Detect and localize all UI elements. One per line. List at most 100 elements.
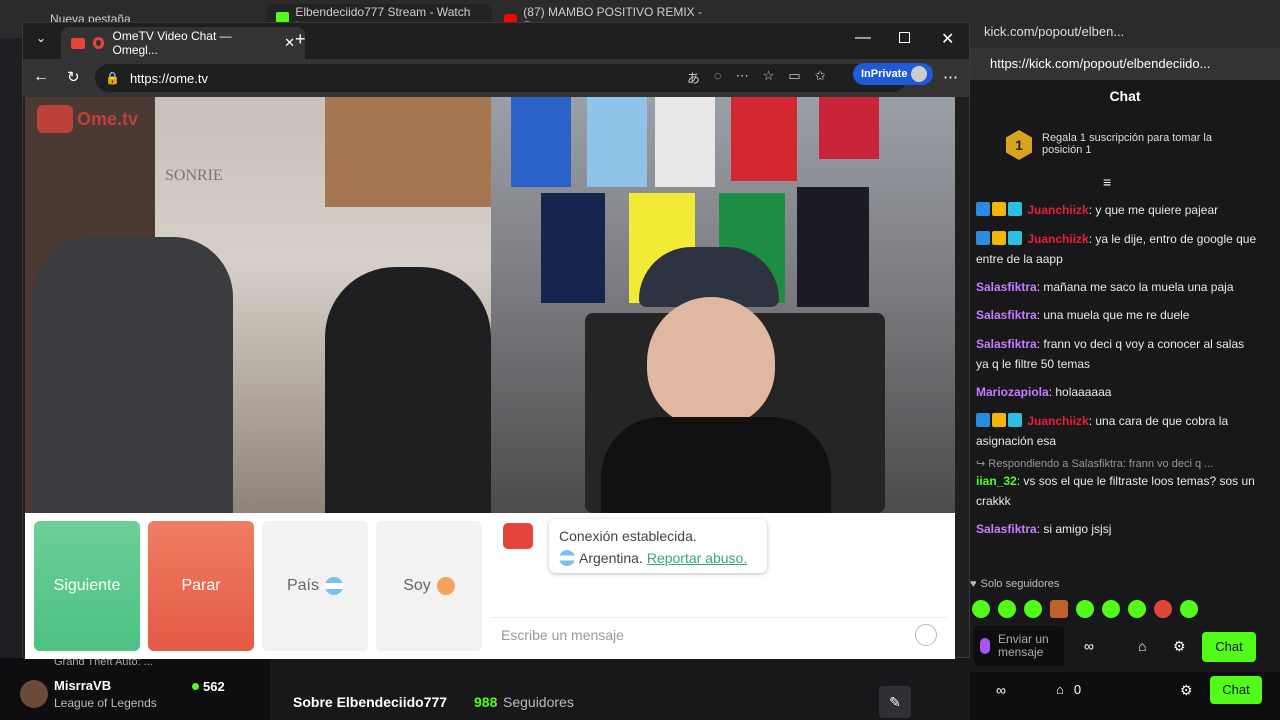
emote-icon[interactable]	[1050, 600, 1068, 618]
chat-username[interactable]: Salasfiktra	[976, 337, 1037, 351]
emoji-icon[interactable]	[915, 623, 937, 646]
bottom-count: 0	[1073, 682, 1082, 697]
chat-header: Chat	[970, 80, 1280, 112]
emote-icon[interactable]	[1076, 600, 1094, 618]
heart-icon: ♥	[970, 578, 977, 590]
country-button[interactable]: País	[262, 521, 368, 651]
favorite-star-icon[interactable]: ☆	[763, 68, 775, 87]
next-button[interactable]: Siguiente	[34, 521, 140, 651]
more-tools-icon[interactable]: ⋯	[736, 68, 749, 87]
crown-badge-icon	[992, 231, 1006, 245]
chat-text: : si amigo jsjsj	[1036, 522, 1112, 536]
argentina-flag-icon	[325, 577, 343, 595]
gift-subscription-text[interactable]: Regala 1 suscripción para tomar la posic…	[1042, 132, 1232, 156]
chat-username[interactable]: Juanchiizk	[1027, 414, 1088, 428]
bottom-chat-label: Chat	[1222, 682, 1250, 697]
close-tab-icon[interactable]: ✕	[284, 35, 295, 51]
new-tab-icon[interactable]: +	[295, 29, 306, 50]
boy-emoji-icon	[436, 577, 455, 595]
tab-actions-chevron-icon[interactable]: ⌄	[31, 31, 51, 51]
back-icon[interactable]: ←	[33, 68, 49, 86]
settings-more-icon[interactable]: ⋯	[943, 68, 958, 86]
gear-icon[interactable]: ⚙	[1173, 638, 1186, 655]
profile-avatar-icon	[911, 66, 928, 82]
emote-icon[interactable]	[972, 600, 990, 618]
refresh-icon[interactable]: ↻	[67, 68, 80, 86]
chat-message: Juanchiizk: ya le dije, entro de google …	[972, 229, 1264, 269]
background-sidebar	[0, 38, 24, 720]
chat-username[interactable]: Juanchiizk	[1027, 232, 1088, 246]
infinity-icon[interactable]: ∞	[996, 682, 1006, 698]
send-chat-button[interactable]: Chat	[1202, 632, 1256, 662]
store-icon[interactable]: ⌂	[1138, 638, 1146, 654]
gear-icon[interactable]: ⚙	[1180, 682, 1193, 699]
message-input[interactable]: Escribe un mensaje	[491, 617, 947, 651]
address-bar-tools: あ ◌ ⋯ ☆ ▭ ✩	[687, 68, 826, 87]
chat-username[interactable]: iian_32	[976, 474, 1017, 488]
verified-badge-icon	[976, 202, 990, 216]
emote-icon[interactable]	[1128, 600, 1146, 618]
reply-reference[interactable]: ↪ Respondiendo a Salasfiktra: frann vo d…	[972, 457, 1264, 471]
chat-messages: Juanchiizk: y que me quiere pajear Juanc…	[972, 200, 1264, 539]
chat-input[interactable]: Enviar un mensaje	[974, 626, 1064, 666]
live-dot-icon	[192, 683, 199, 690]
close-window-icon[interactable]: ✕	[941, 29, 954, 49]
emote-icon[interactable]	[1154, 600, 1172, 618]
emote-icon[interactable]	[998, 600, 1016, 618]
infinity-icon[interactable]: ∞	[1084, 638, 1094, 654]
chat-message: Salasfiktra: si amigo jsjsj	[972, 519, 1264, 539]
popout-address-bar[interactable]: https://kick.com/popout/elbendeciido...	[970, 48, 1280, 80]
video-icon[interactable]: ▭	[788, 68, 800, 87]
ometv-logo: Ome.tv	[37, 105, 138, 133]
streamer-name[interactable]: MisrraVB	[54, 678, 111, 693]
chat-message: Juanchiizk: una cara de que cobra la asi…	[972, 411, 1264, 451]
tab-ometv[interactable]: OmeTV Video Chat — Omegl... ✕	[61, 27, 305, 59]
chat-text: : y que me quiere pajear	[1088, 203, 1219, 217]
bottom-store[interactable]: ⌂ 0	[1056, 682, 1081, 697]
ometv-page: SONRIE Ome.tv Siguiente Parar País Soy C…	[25, 97, 955, 659]
edit-pencil-icon[interactable]: ✎	[879, 686, 911, 718]
avatar[interactable]	[20, 680, 48, 708]
background-kick-page: Grand Theft Auto: ... MisrraVB League of…	[0, 656, 968, 720]
inprivate-label: InPrivate	[861, 68, 908, 80]
browser-window-ometv: ⌄ OmeTV Video Chat — Omegl... ✕ + — ✕ ← …	[22, 22, 970, 659]
lock-icon: 🔒	[105, 71, 120, 85]
gender-button-label: Soy	[403, 577, 431, 594]
chat-username[interactable]: Salasfiktra	[976, 308, 1037, 322]
followers-only-label: Solo seguidores	[980, 578, 1060, 590]
microphone-icon[interactable]	[980, 638, 990, 654]
gender-button[interactable]: Soy	[376, 521, 482, 651]
tab-title: OmeTV Video Chat — Omegl...	[112, 29, 232, 57]
emote-icon[interactable]	[1024, 600, 1042, 618]
chat-username[interactable]: Juanchiizk	[1027, 203, 1088, 217]
emote-icon[interactable]	[1180, 600, 1198, 618]
about-title: Sobre Elbendeciido777	[293, 694, 448, 710]
recording-icon	[92, 37, 105, 49]
read-aloud-icon[interactable]: あ	[687, 68, 700, 87]
sub-badge-icon	[1008, 231, 1022, 245]
minimize-icon[interactable]: —	[855, 29, 871, 47]
tracking-prevention-icon[interactable]: ◌	[714, 68, 722, 87]
inprivate-badge[interactable]: InPrivate	[853, 63, 934, 85]
send-chat-label: Chat	[1215, 639, 1243, 654]
chat-message: Mariozapiola: holaaaaaa	[972, 382, 1264, 402]
stop-button[interactable]: Parar	[148, 521, 254, 651]
verified-badge-icon	[976, 231, 990, 245]
crown-badge-icon	[992, 413, 1006, 427]
followers-only-notice: ♥ Solo seguidores	[970, 578, 1059, 590]
sub-badge-icon	[1008, 202, 1022, 216]
favorites-list-icon[interactable]: ✩	[815, 68, 826, 87]
emote-icon[interactable]	[1102, 600, 1120, 618]
popout-url: https://kick.com/popout/elbendeciido...	[990, 56, 1211, 71]
expand-lines-icon[interactable]: ≡	[1103, 174, 1111, 190]
popout-title-bar: kick.com/popout/elben...	[970, 18, 1280, 48]
chat-username[interactable]: Salasfiktra	[976, 280, 1037, 294]
chat-message: Salasfiktra: frann vo deci q voy a conoc…	[972, 334, 1264, 374]
bottom-chat-button[interactable]: Chat	[1210, 676, 1262, 704]
connection-status: Conexión establecida.	[559, 528, 697, 544]
maximize-icon[interactable]	[899, 32, 910, 43]
partner-country: Argentina.	[579, 550, 643, 566]
report-abuse-link[interactable]: Reportar abuso.	[647, 547, 747, 569]
chat-username[interactable]: Salasfiktra	[976, 522, 1037, 536]
chat-username[interactable]: Mariozapiola	[976, 385, 1049, 399]
